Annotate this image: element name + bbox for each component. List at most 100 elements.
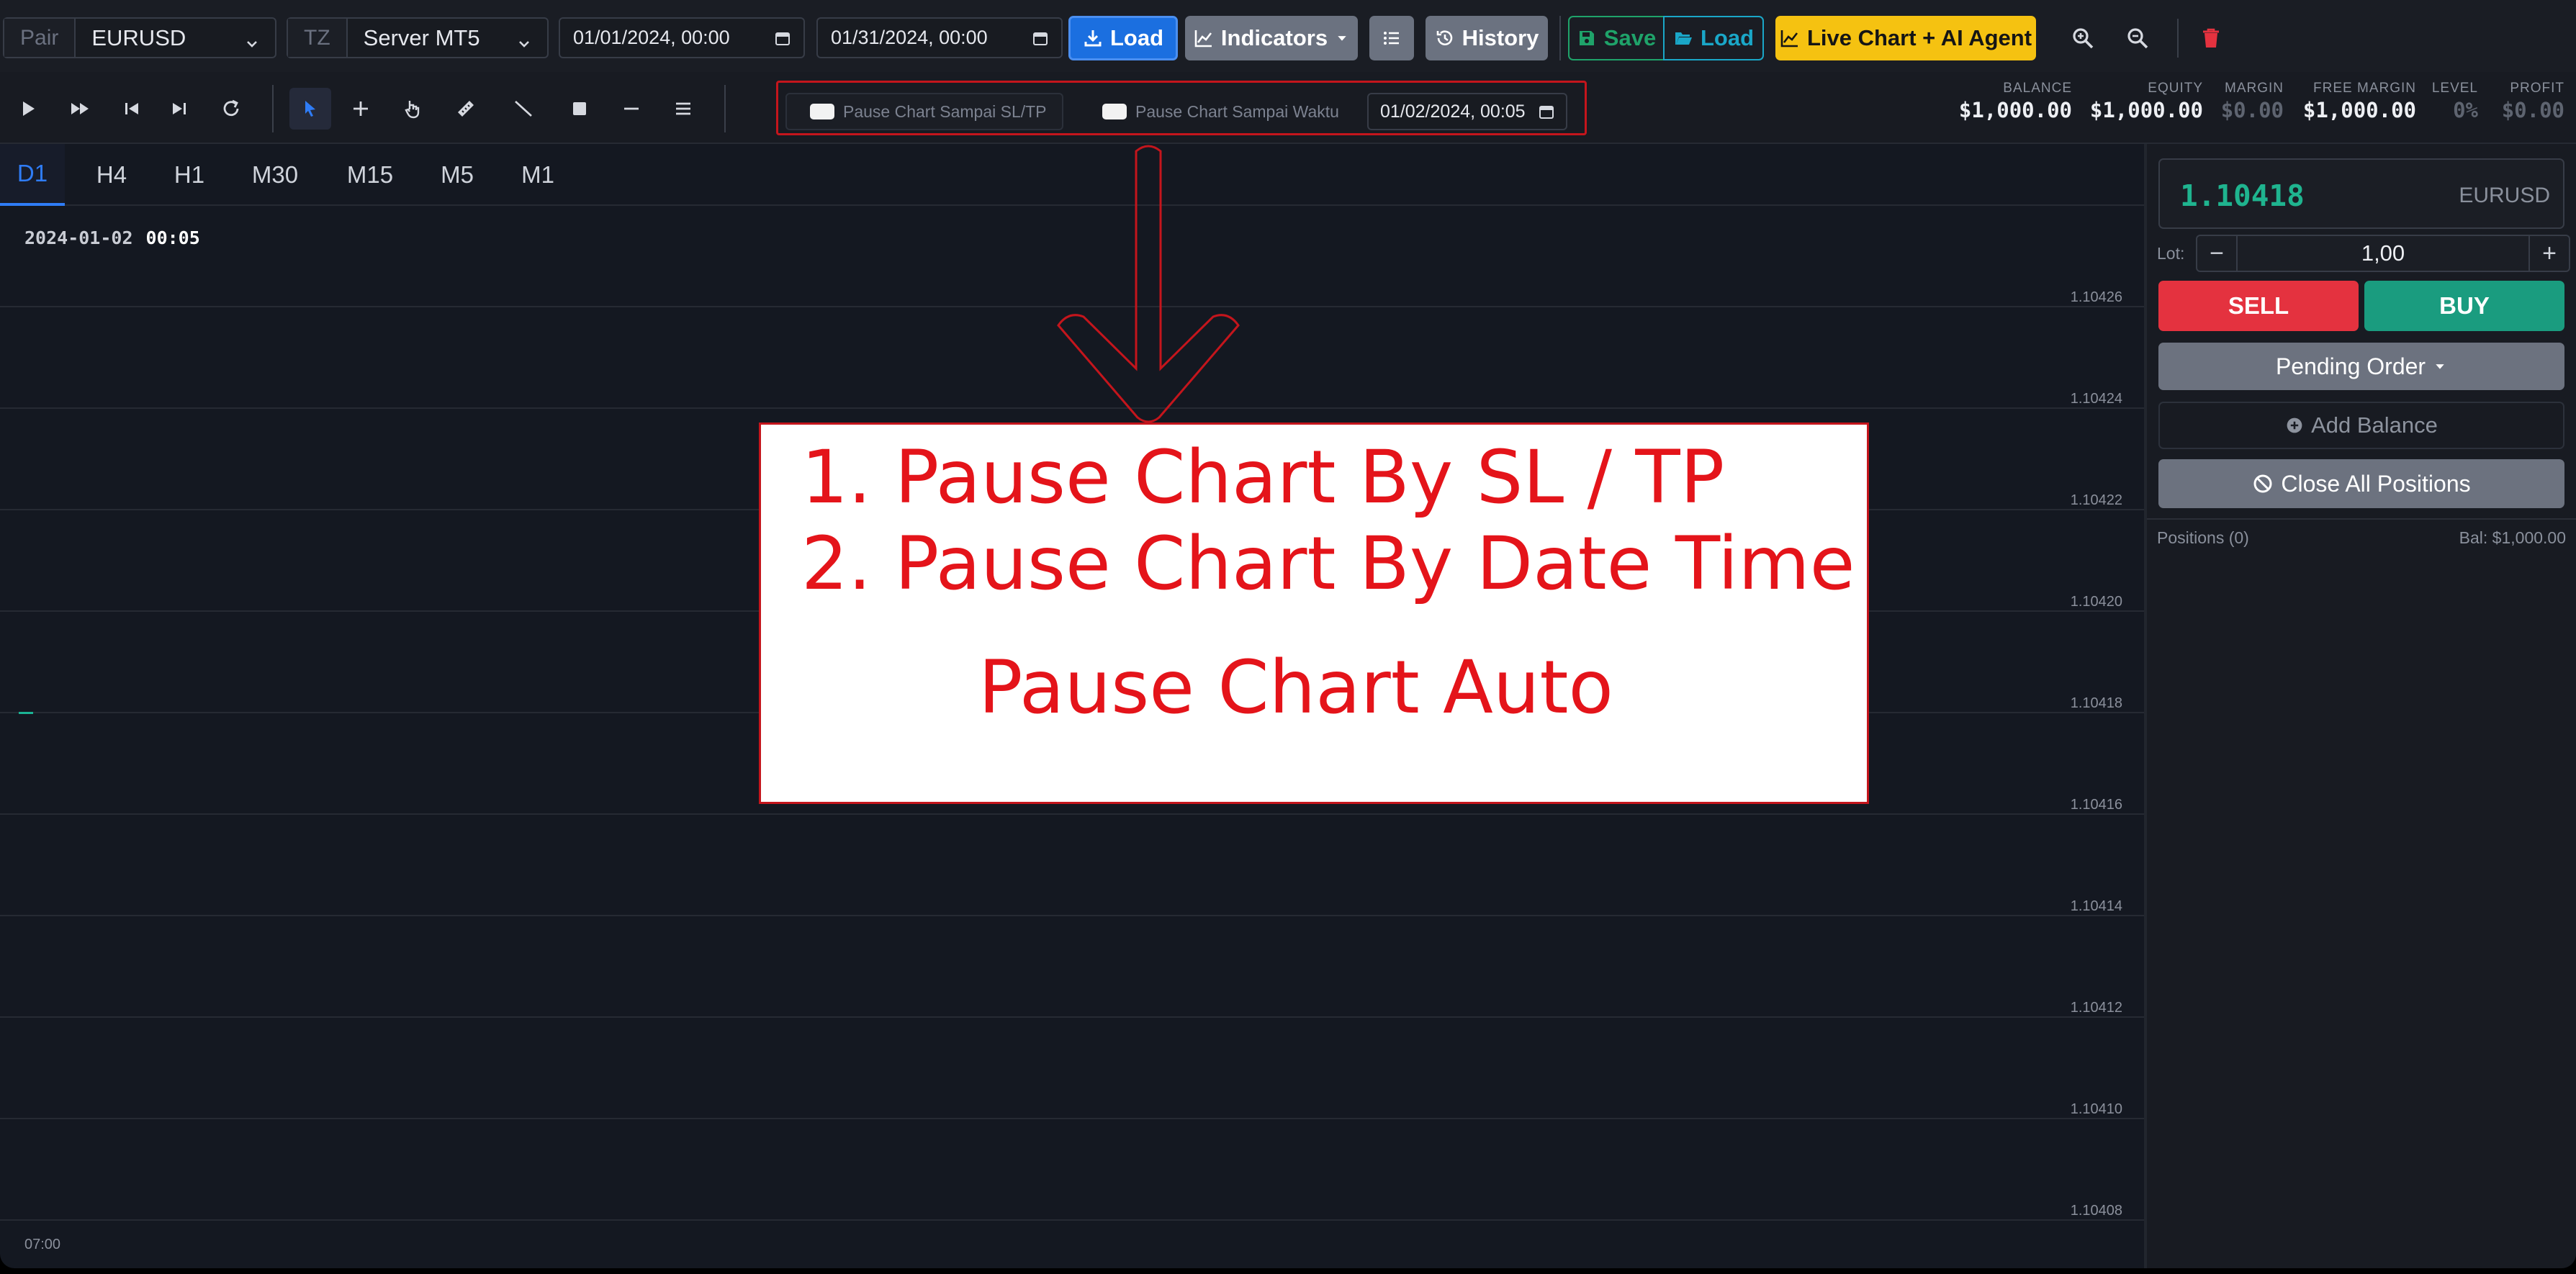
load-saved-label: Load (1700, 25, 1755, 50)
pause-sltp-label: Pause Chart Sampai SL/TP (843, 101, 1047, 121)
annotation-line-2: 2. Pause Chart By Date Time (801, 521, 1855, 607)
annotation-callout: 1. Pause Chart By SL / TP 2. Pause Chart… (759, 423, 1869, 804)
pause-sltp-toggle[interactable]: Pause Chart Sampai SL/TP (785, 93, 1063, 130)
menu-tool-button[interactable] (662, 88, 704, 130)
end-date-input[interactable]: 01/31/2024, 00:00 (816, 17, 1063, 58)
hand-pointer-icon (405, 101, 420, 119)
line-chart-icon (1780, 30, 1798, 48)
live-chart-ai-label: Live Chart + AI Agent (1806, 25, 2032, 50)
tab-h4[interactable]: H4 (79, 144, 144, 206)
zoom-in-button[interactable] (2066, 22, 2099, 55)
stat-value: 0% (2453, 98, 2478, 122)
sell-button[interactable]: SELL (2158, 281, 2359, 331)
tz-select-group[interactable]: TZ Server MT5 (287, 17, 549, 58)
chevron-down-icon (245, 31, 259, 48)
pause-date-value: 01/02/2024, 00:05 (1380, 101, 1526, 122)
select-tool-button[interactable] (289, 88, 331, 130)
list-icon (1384, 32, 1399, 45)
stat-free-margin: FREE MARGIN $1,000.00 (2303, 81, 2416, 122)
tz-value: Server MT5 (363, 24, 480, 50)
pair-select-group[interactable]: Pair EURUSD (3, 17, 276, 58)
play-icon (23, 101, 35, 116)
lot-label: Lot: (2157, 244, 2185, 263)
trendline-tool-button[interactable] (503, 88, 544, 130)
tab-h1[interactable]: H1 (157, 144, 222, 206)
live-chart-ai-button[interactable]: Live Chart + AI Agent (1775, 16, 2036, 60)
price-display: 1.10418 EURUSD (2158, 158, 2564, 229)
start-date-input[interactable]: 01/01/2024, 00:00 (559, 17, 805, 58)
price-label: 1.10408 (2070, 1203, 2122, 1219)
tab-d1[interactable]: D1 (0, 144, 65, 206)
load-data-button[interactable]: Load (1068, 16, 1178, 60)
tab-m15[interactable]: M15 (333, 144, 407, 206)
pause-time-checkbox[interactable] (1102, 104, 1127, 119)
delete-button[interactable] (2194, 22, 2228, 55)
ruler-icon (458, 101, 474, 117)
lot-input[interactable]: 1,00 (2236, 236, 2530, 271)
divider (2177, 19, 2179, 58)
rectangle-tool-button[interactable] (559, 88, 600, 130)
indicators-label: Indicators (1220, 25, 1328, 50)
list-button[interactable] (1369, 16, 1414, 60)
tz-select[interactable]: Server MT5 (348, 19, 547, 57)
add-balance-button[interactable]: Add Balance (2158, 402, 2564, 449)
trading-app: Pair EURUSD TZ Server MT5 01/01/2024, 00… (0, 0, 2576, 1268)
download-icon (1084, 30, 1102, 47)
tab-m5[interactable]: M5 (425, 144, 490, 206)
pair-label: Pair (4, 19, 76, 57)
load-data-label: Load (1109, 25, 1164, 50)
timestamp-time: 00:05 (145, 227, 200, 248)
pending-order-button[interactable]: Pending Order (2158, 343, 2564, 390)
play-button[interactable] (7, 88, 49, 130)
price-label: 1.10420 (2070, 594, 2122, 610)
crosshair-tool-button[interactable] (340, 88, 382, 130)
price-candle (19, 712, 33, 714)
pause-date-input[interactable]: 01/02/2024, 00:05 (1367, 93, 1567, 130)
step-forward-button[interactable] (158, 88, 200, 130)
stat-label: BALANCE (2003, 81, 2072, 96)
history-button[interactable]: History (1426, 16, 1548, 60)
zoom-out-icon (2127, 28, 2148, 49)
tab-m1[interactable]: M1 (505, 144, 570, 206)
zoom-out-button[interactable] (2121, 22, 2154, 55)
grid-line (0, 1219, 2144, 1221)
hand-tool-button[interactable] (392, 88, 433, 130)
folder-open-icon (1675, 32, 1692, 45)
stat-label: LEVEL (2431, 81, 2478, 96)
close-all-label: Close All Positions (2281, 470, 2471, 497)
calendar-icon[interactable] (1539, 104, 1554, 119)
top-bar: Pair EURUSD TZ Server MT5 01/01/2024, 00… (0, 0, 2576, 72)
stat-balance: BALANCE $1,000.00 (1959, 81, 2072, 122)
close-all-positions-button[interactable]: Close All Positions (2158, 459, 2564, 508)
reload-button[interactable] (210, 88, 252, 130)
arrow-down-icon (1057, 145, 1240, 423)
lot-stepper: − 1,00 + (2196, 235, 2570, 272)
fast-forward-button[interactable] (59, 88, 101, 130)
start-date-value: 01/01/2024, 00:00 (573, 27, 730, 48)
chevron-down-icon (517, 31, 531, 48)
annotation-line-3: Pause Chart Auto (978, 645, 1613, 731)
tab-m30[interactable]: M30 (238, 144, 312, 206)
floppy-disk-icon (1579, 31, 1594, 45)
buy-button[interactable]: BUY (2364, 281, 2564, 331)
price-label: 1.10418 (2070, 695, 2122, 711)
step-back-button[interactable] (111, 88, 153, 130)
grid-line (0, 1016, 2144, 1018)
pair-select[interactable]: EURUSD (76, 19, 275, 57)
hline-tool-button[interactable] (611, 88, 652, 130)
indicators-button[interactable]: Indicators (1185, 16, 1358, 60)
zoom-in-icon (2073, 28, 2094, 49)
crosshair-icon (353, 101, 368, 116)
pause-sltp-checkbox[interactable] (810, 104, 834, 119)
order-panel: 1.10418 EURUSD Lot: − 1,00 + SELL BUY Pe… (2147, 144, 2576, 1268)
end-date-value: 01/31/2024, 00:00 (831, 27, 988, 48)
calendar-icon[interactable] (775, 30, 791, 46)
save-button[interactable]: Save (1568, 16, 1665, 60)
lot-increase-button[interactable]: + (2530, 236, 2569, 271)
calendar-icon[interactable] (1032, 30, 1048, 46)
grid-line (0, 813, 2144, 815)
ruler-tool-button[interactable] (445, 88, 487, 130)
lot-decrease-button[interactable]: − (2197, 236, 2236, 271)
current-price: 1.10418 (2180, 179, 2305, 213)
load-saved-button[interactable]: Load (1663, 16, 1764, 60)
